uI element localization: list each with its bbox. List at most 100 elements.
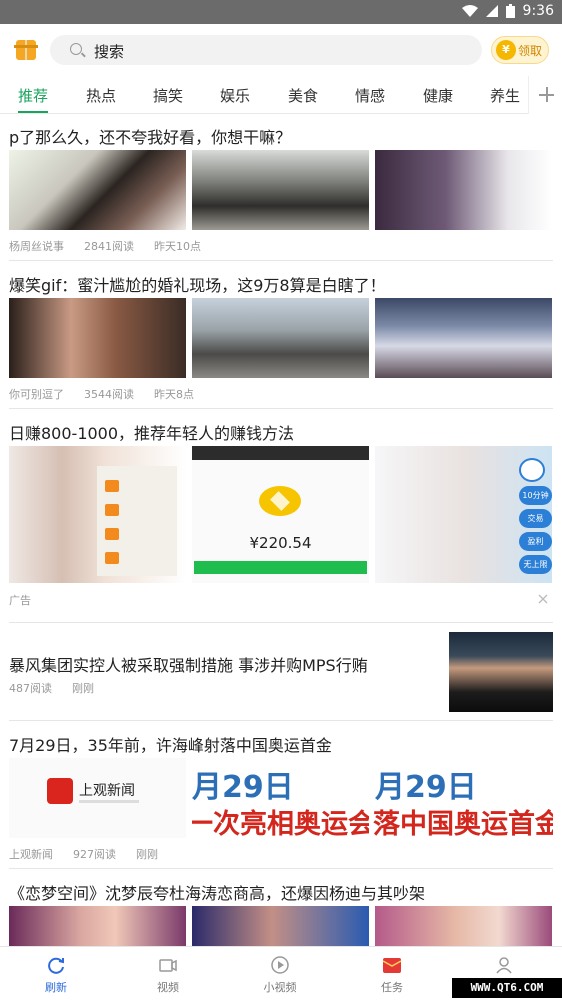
article-image [375,298,552,378]
watermark: WWW.QT6.COM [452,978,562,998]
signal-icon [485,5,498,17]
nav-label: 小视频 [263,981,297,994]
article-card[interactable]: 《恋梦空间》沈梦辰夸杜海涛恋商高，还爆因杨迪与其吵架 [9,870,553,946]
divider [9,868,553,869]
article-image [9,298,186,378]
claim-label: 领取 [518,44,543,58]
ad-side-text: 盈利 [519,532,552,551]
nav-video[interactable]: 视频 [112,947,224,1000]
tab-food[interactable]: 美食 [288,85,318,106]
article-image: 上观新闻 [9,758,186,838]
article-card[interactable]: 7月29日，35年前，许海峰射落中国奥运首金 上观新闻 月29日 月29日 一次… [9,722,553,868]
nav-short-video[interactable]: 小视频 [224,947,336,1000]
article-images [9,150,552,230]
gift-icon[interactable] [14,40,38,60]
banner-text: 月29日 [192,770,294,805]
article-meta: 上观新闻 927阅读 刚刚 [9,846,158,862]
article-image [192,298,369,378]
article-image: 月29日 月29日 一次亮相奥运会 落中国奥运首金 [192,758,553,838]
article-source: 你可别逗了 [9,388,64,401]
ad-meta: 广告 [9,592,31,608]
search-placeholder: 搜索 [94,43,125,61]
top-header: 搜索 ¥ 领取 [0,24,562,76]
news-feed[interactable]: p了那么久，还不夸我好看，你想干嘛？ 杨周丝说事 2841阅读 昨天10点 爆笑… [0,114,562,946]
banner-text: 一次亮相奥运会 [192,809,369,838]
ad-side-text: 无上限 [519,555,552,574]
nav-refresh[interactable]: 刷新 [0,947,112,1000]
article-meta: 你可别逗了 3544阅读 昨天8点 [9,386,194,402]
article-card[interactable]: 暴风集团实控人被采取强制措施 事涉并购MPS行贿 487阅读 刚刚 [9,624,553,720]
status-time: 9:36 [522,3,554,19]
article-images: 上观新闻 月29日 月29日 一次亮相奥运会 落中国奥运首金 [9,758,553,838]
article-time: 昨天10点 [154,240,201,253]
article-images [9,298,552,378]
article-reads: 487阅读 [9,682,52,695]
article-image [375,906,552,946]
coin-icon: ¥ [496,40,516,60]
claim-coins-button[interactable]: ¥ 领取 [491,36,549,64]
nav-tasks[interactable]: 任务 [336,947,448,1000]
tab-recommend[interactable]: 推荐 [18,85,48,106]
user-icon [496,957,512,974]
article-images [9,906,552,946]
tab-wellness[interactable]: 养生 [490,85,520,106]
add-tab-icon[interactable] [528,76,562,114]
article-card[interactable]: p了那么久，还不夸我好看，你想干嘛？ 杨周丝说事 2841阅读 昨天10点 [9,114,553,260]
article-title[interactable]: 《恋梦空间》沈梦辰夸杜海涛恋商高，还爆因杨迪与其吵架 [9,880,425,904]
tab-funny[interactable]: 搞笑 [153,85,183,106]
article-source: 上观新闻 [9,848,53,861]
video-icon [159,959,177,972]
article-time: 昨天8点 [154,388,194,401]
refresh-icon [48,957,64,974]
ad-amount: ¥220.54 [249,534,312,552]
article-time: 刚刚 [136,848,158,861]
ad-side-text: 10分钟 [519,486,552,505]
article-image [9,906,186,946]
article-title[interactable]: 爆笑gif：蜜汁尴尬的婚礼现场，这9万8算是白瞎了！ [9,272,386,296]
search-bar[interactable]: 搜索 [50,35,482,65]
article-card[interactable]: 爆笑gif：蜜汁尴尬的婚礼现场，这9万8算是白瞎了！ 你可别逗了 3544阅读 … [9,262,553,408]
article-image [192,150,369,230]
banner-text: 月29日 [375,770,477,805]
status-bar: 9:36 [0,0,562,24]
banner-text: 落中国奥运首金 [373,809,553,838]
search-icon [70,43,82,55]
article-title[interactable]: p了那么久，还不夸我好看，你想干嘛？ [9,124,291,148]
ad-image: ¥220.54 [192,446,369,583]
article-meta: 杨周丝说事 2841阅读 昨天10点 [9,238,201,254]
ad-side-text: 交易 [519,509,552,528]
tab-hot[interactable]: 热点 [86,85,116,106]
ad-image: 10分钟 交易 盈利 无上限 [375,446,552,583]
article-image [375,150,552,230]
article-reads: 927阅读 [73,848,116,861]
article-thumbnail [449,632,553,712]
wifi-icon [461,5,478,17]
news-logo-icon [47,778,73,804]
article-image [192,906,369,946]
task-envelope-icon [382,958,402,973]
nav-label: 刷新 [45,981,67,994]
article-title[interactable]: 暴风集团实控人被采取强制措施 事涉并购MPS行贿 [9,652,429,676]
article-reads: 3544阅读 [84,388,134,401]
tab-emotion[interactable]: 情感 [355,85,385,106]
divider [9,622,553,623]
nav-label: 视频 [157,981,179,994]
play-circle-icon [271,956,289,974]
active-tab-indicator [18,111,48,113]
ad-image [9,446,186,583]
article-image [9,150,186,230]
ad-label: 广告 [9,594,31,607]
banner-logo-text: 上观新闻 [79,783,135,799]
divider [9,720,553,721]
battery-icon [505,4,515,18]
category-tabs: 推荐 热点 搞笑 娱乐 美食 情感 健康 养生 [0,76,562,114]
tab-health[interactable]: 健康 [423,85,453,106]
ad-card[interactable]: 日赚800-1000，推荐年轻人的赚钱方法 ¥220.54 10分钟 交易 盈利… [9,410,553,622]
tab-entertainment[interactable]: 娱乐 [220,85,250,106]
article-title[interactable]: 日赚800-1000，推荐年轻人的赚钱方法 [9,420,294,444]
article-time: 刚刚 [72,682,94,695]
close-icon[interactable] [538,594,548,604]
article-source: 杨周丝说事 [9,240,64,253]
ad-images: ¥220.54 10分钟 交易 盈利 无上限 [9,446,552,583]
article-title[interactable]: 7月29日，35年前，许海峰射落中国奥运首金 [9,732,332,756]
